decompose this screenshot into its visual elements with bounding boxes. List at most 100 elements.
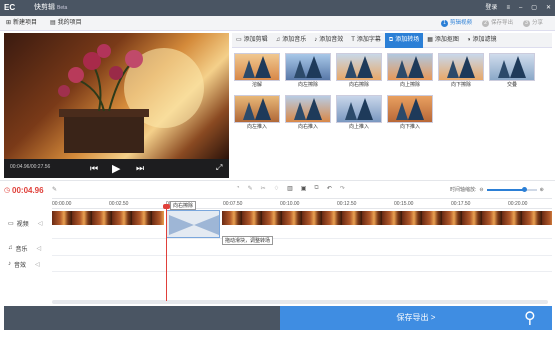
transition-shape [169,215,219,235]
edit-time-icon[interactable]: ✎ [52,186,57,193]
volume-icon[interactable]: ◁ [37,245,42,252]
zoom-out-icon[interactable]: ⊖ [479,187,483,193]
tab-add-sound[interactable]: ♪ 添加音效 [310,33,347,48]
login-link[interactable]: 登录 [485,3,497,13]
tab-add-cutout[interactable]: ▦ 添加抠图 [423,33,463,48]
paste-icon[interactable]: ⧉ [314,185,318,192]
timeline-scrollbar[interactable] [52,300,548,304]
transition-thumb[interactable]: 交叠 [489,53,535,90]
zoom-label: 时间轴缩放: [450,187,477,193]
tab-add-filter[interactable]: ◑ 添加滤镜 [463,33,501,48]
transition-thumb[interactable]: 向右推入 [285,95,331,132]
playback-time: 00:04.96/00:27.56 [10,164,51,170]
volume-icon[interactable]: ◁ [38,220,43,227]
transition-icon: ⧉ [388,37,394,43]
app-version: Beta [57,5,68,11]
search-icon[interactable]: ⚲ [524,308,536,328]
previous-icon[interactable]: ⏮ [90,163,98,174]
transition-label: 向上推入 [348,124,369,130]
tab-label: 添加剪辑 [243,37,268,43]
my-projects-button[interactable]: ▤ 我的项目 [50,19,82,28]
undo-icon[interactable]: ↶ [327,185,332,192]
zoom-slider-handle[interactable] [522,186,528,192]
tab-label: 添加转场 [395,37,420,43]
video-track: 向右擦除 拖动滑块，调整转场 [52,201,552,245]
transition-thumb[interactable]: 向下擦除 [438,53,484,90]
step-label: 分享 [531,20,543,26]
sound-track [52,256,552,272]
window-controls: 登录 ≡ – ▢ ✕ [485,3,551,13]
step-number: 2 [481,20,489,27]
transition-preview [387,95,433,123]
transition-thumb[interactable]: 溶解 [234,53,280,90]
video-icon: ▭ [8,220,14,227]
music-icon: ♫ [8,245,13,251]
step-number: 1 [440,20,448,27]
new-project-button[interactable]: ⊞ 新建项目 [6,19,37,28]
save-export-button[interactable]: 保存导出 > [280,306,552,330]
zoom-slider[interactable] [486,186,537,192]
flower-image [58,44,204,153]
step-label: 剪辑视频 [449,20,472,26]
track-name: 音效 [14,262,27,269]
next-icon[interactable]: ⏭ [136,163,144,174]
transition-thumb[interactable]: 向上擦除 [387,53,433,90]
minimize-icon[interactable]: – [519,3,522,13]
timeline-tracks: ▭ 视频 ◁ 向右擦除 拖动滑块，调整转场 ♫ 音乐 ◁ ♪ 音效 ◁ [4,201,552,304]
transition-thumb[interactable]: 向右擦除 [336,53,382,90]
sound-icon: ♪ [314,37,318,43]
scissors-icon[interactable]: ✂ [261,185,266,192]
pen-icon[interactable]: ✎ [248,185,253,192]
app-name: 快剪辑 Beta [34,3,67,13]
redo-icon[interactable]: ↷ [340,185,345,192]
transition-label: 向下推入 [399,124,420,130]
transition-block[interactable] [166,210,220,238]
video-clip-1[interactable] [52,211,164,225]
transition-thumb[interactable]: 向下推入 [387,95,433,132]
filter-icon: ◑ [466,37,471,43]
asset-tabs: ▭ 添加剪辑 ♫ 添加音乐 ♪ 添加音效 T 添加字幕 ⧉ 添加转场 ▦ 添加抠图 ◑ 添加滤… [232,33,552,48]
tab-add-transition[interactable]: ⧉ 添加转场 [384,33,424,48]
transition-label: 向右推入 [297,124,318,130]
ruler-tick: 00:07.50 [223,201,243,207]
cutout-icon: ▦ [427,37,433,43]
volume-icon[interactable]: ◁ [35,261,40,268]
transition-thumb[interactable]: 向左推入 [234,95,280,132]
tab-label: 添加字幕 [356,37,381,43]
tab-add-clip[interactable]: ▭ 添加剪辑 [232,33,272,48]
transition-preview [234,95,280,123]
menu-icon[interactable]: ≡ [506,3,510,13]
fullscreen-icon[interactable]: ⤢ [216,163,222,173]
step-indicator: 1 剪辑视频 2 保存导出 3 分享 [440,19,543,28]
video-clip-2[interactable] [222,211,552,225]
transition-preview [285,95,331,123]
tab-label: 添加音效 [319,37,344,43]
playhead-handle[interactable] [163,204,170,209]
tab-add-music[interactable]: ♫ 添加音乐 [272,33,311,48]
sound-icon: ♪ [8,261,11,267]
maximize-icon[interactable]: ▢ [531,3,537,13]
delete-icon[interactable]: ▥ [287,185,293,192]
new-project-label: 新建项目 [13,20,38,26]
transition-thumb[interactable]: 向左擦除 [285,53,331,90]
zoom-in-icon[interactable]: ⊕ [540,187,544,193]
clock-icon: ◷ [4,187,11,194]
transition-label: 向上擦除 [399,82,420,88]
play-icon[interactable]: ▶ [112,162,120,175]
copy-icon[interactable]: ▣ [301,185,307,192]
transition-preview [234,53,280,81]
speed-icon[interactable]: ◔ [236,185,240,192]
ruler-tick: 00:17.50 [451,201,471,207]
transition-thumb[interactable]: 向上推入 [336,95,382,132]
tab-add-subtitle[interactable]: T 添加字幕 [347,33,385,48]
film-icon: ▭ [236,37,242,43]
close-icon[interactable]: ✕ [546,3,551,13]
transition-label: 向左擦除 [297,82,318,88]
timeline-controls: ◷ 00:04.96 ✎ ◔ ✎ ✂ ♢ ▥ ▣ ⧉ ↶ ↷ 时间轴缩放: ⊖ … [0,180,555,198]
step-number: 3 [522,20,530,27]
transition-preview [489,53,535,81]
bell-icon[interactable]: ♢ [274,185,279,192]
folder-icon: ▤ [50,20,56,26]
zoom-control: 时间轴缩放: ⊖ ⊕ [450,186,544,193]
playhead[interactable] [166,205,167,301]
